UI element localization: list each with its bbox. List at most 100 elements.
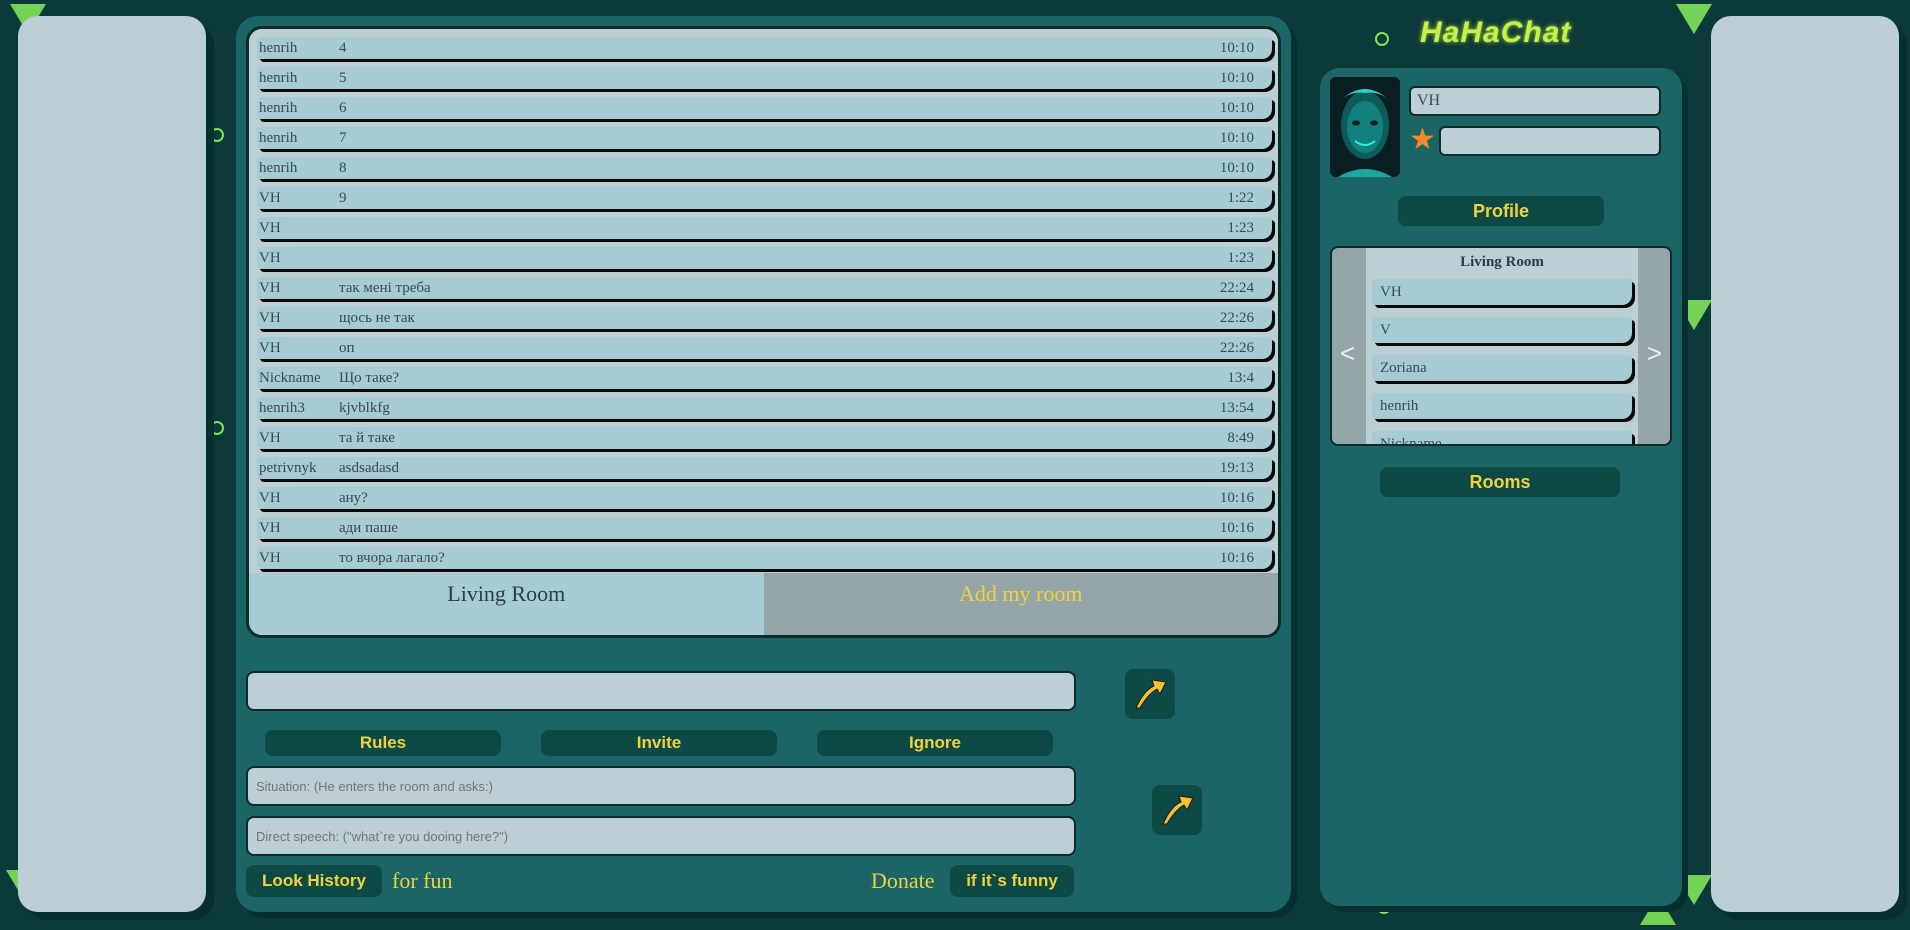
message-time: 22:26 <box>1219 310 1254 326</box>
message-time: 10:10 <box>1219 40 1254 56</box>
message-text: та й таке <box>339 430 395 446</box>
message-time: 22:24 <box>1219 280 1254 296</box>
message-nick[interactable]: henrih <box>259 37 297 59</box>
rooms-button[interactable]: Rooms <box>1380 467 1620 497</box>
send-roleplay-button[interactable] <box>1152 785 1202 835</box>
message-text: 7 <box>339 130 347 146</box>
message-time: 10:16 <box>1219 520 1254 536</box>
message-time: 10:10 <box>1219 100 1254 116</box>
message-text: щось не так <box>339 310 415 326</box>
message-row: VH 1:23 <box>257 217 1272 239</box>
message-time: 1:23 <box>1227 220 1254 236</box>
message-time: 10:10 <box>1219 70 1254 86</box>
message-text: kjvblkfg <box>339 400 390 416</box>
message-time: 1:22 <box>1227 190 1254 206</box>
message-nick[interactable]: henrih <box>259 97 297 119</box>
chat-box: henrih 4 10:10 henrih 5 10:10 henrih 6 10:10 henr… <box>246 26 1281 638</box>
message-nick[interactable]: Nickname <box>259 367 321 389</box>
profile-button[interactable]: Profile <box>1398 196 1604 226</box>
message-nick[interactable]: VH <box>259 187 281 209</box>
message-row: henrih 8 10:10 <box>257 157 1272 179</box>
next-room-arrow-icon[interactable]: > <box>1647 338 1662 369</box>
message-text: так мені треба <box>339 280 431 296</box>
user-list-item[interactable]: henrih <box>1372 393 1632 419</box>
donate-button[interactable]: if it`s funny <box>950 865 1074 897</box>
message-nick[interactable]: petrivnyk <box>259 457 317 479</box>
message-text: ади паше <box>339 520 398 536</box>
room-user-list: < Living Room VH V Zoriana henrih Nickname > <box>1330 246 1672 446</box>
tab-add-my-room[interactable]: Add my room <box>763 573 1278 635</box>
room-title: Living Room <box>1460 254 1544 270</box>
user-list-item[interactable]: VH <box>1372 279 1632 305</box>
message-nick[interactable]: VH <box>259 337 281 359</box>
message-row: VH оп 22:26 <box>257 337 1272 359</box>
message-nick[interactable]: VH <box>259 277 281 299</box>
message-row: VH ади паше 10:16 <box>257 517 1272 539</box>
message-text: ану? <box>339 490 368 506</box>
message-row: petrivnyk asdsadasd 19:13 <box>257 457 1272 479</box>
send-arrow-icon <box>1135 679 1167 709</box>
user-list-item[interactable]: V <box>1372 317 1632 343</box>
message-row: VH 9 1:22 <box>257 187 1272 209</box>
message-row: VH так мені треба 22:24 <box>257 277 1272 299</box>
message-row: Nickname Що таке? 13:4 <box>257 367 1272 389</box>
message-nick[interactable]: henrih3 <box>259 397 305 419</box>
message-text: 4 <box>339 40 347 56</box>
situation-input[interactable] <box>246 766 1076 806</box>
message-input[interactable] <box>246 671 1076 711</box>
message-time: 10:10 <box>1219 160 1254 176</box>
message-text: оп <box>339 340 355 356</box>
decor-triangle <box>1676 4 1712 34</box>
message-row: henrih 7 10:10 <box>257 127 1272 149</box>
message-row: henrih 5 10:10 <box>257 67 1272 89</box>
message-row: VH та й таке 8:49 <box>257 427 1272 449</box>
rules-button[interactable]: Rules <box>265 730 501 756</box>
message-time: 10:10 <box>1219 130 1254 146</box>
message-row: VH 1:23 <box>257 247 1272 269</box>
message-text: 5 <box>339 70 347 86</box>
username-field[interactable]: VH <box>1409 86 1661 116</box>
prev-room-arrow-icon[interactable]: < <box>1340 338 1355 369</box>
look-history-button[interactable]: Look History <box>246 865 382 897</box>
decor-circle <box>210 421 224 435</box>
message-nick[interactable]: VH <box>259 307 281 329</box>
user-list-item[interactable]: Zoriana <box>1372 355 1632 381</box>
message-nick[interactable]: henrih <box>259 127 297 149</box>
message-text: то вчора лагало? <box>339 550 445 566</box>
message-text: asdsadasd <box>339 460 399 476</box>
tab-living-room[interactable]: Living Room <box>249 573 764 635</box>
message-nick[interactable]: VH <box>259 247 281 269</box>
room-user-list-body: Living Room VH V Zoriana henrih Nickname <box>1366 248 1638 444</box>
message-nick[interactable]: VH <box>259 427 281 449</box>
message-row: VH ану? 10:16 <box>257 487 1272 509</box>
decor-circle <box>210 128 224 142</box>
avatar-face-icon <box>1330 77 1400 177</box>
room-tabs: Living Room Add my room <box>249 573 1278 635</box>
user-list-item[interactable]: Nickname <box>1372 431 1632 444</box>
message-nick[interactable]: VH <box>259 487 281 509</box>
donate-label: Donate <box>871 868 935 893</box>
message-time: 19:13 <box>1219 460 1254 476</box>
message-text: 9 <box>339 190 347 206</box>
send-button[interactable] <box>1125 669 1175 719</box>
direct-speech-input[interactable] <box>246 816 1076 856</box>
message-row: VH то вчора лагало? 10:16 <box>257 547 1272 569</box>
main-chat-panel: henrih 4 10:10 henrih 5 10:10 henrih 6 10:10 henr… <box>236 16 1291 912</box>
message-time: 22:26 <box>1219 340 1254 356</box>
message-nick[interactable]: VH <box>259 517 281 539</box>
message-time: 10:16 <box>1219 550 1254 566</box>
message-nick[interactable]: henrih <box>259 67 297 89</box>
message-nick[interactable]: henrih <box>259 157 297 179</box>
message-row: VH щось не так 22:26 <box>257 307 1272 329</box>
message-nick[interactable]: VH <box>259 547 281 569</box>
user-panel: VH ★ Profile < Living Room VH V Zoriana hen… <box>1320 68 1682 906</box>
message-nick[interactable]: VH <box>259 217 281 239</box>
avatar[interactable] <box>1330 77 1400 177</box>
invite-button[interactable]: Invite <box>541 730 777 756</box>
status-field[interactable] <box>1439 126 1661 156</box>
ignore-button[interactable]: Ignore <box>817 730 1053 756</box>
message-text: 8 <box>339 160 347 176</box>
message-list[interactable]: henrih 4 10:10 henrih 5 10:10 henrih 6 10:10 henr… <box>249 29 1278 579</box>
decor-circle <box>1375 32 1389 46</box>
message-time: 13:54 <box>1219 400 1254 416</box>
